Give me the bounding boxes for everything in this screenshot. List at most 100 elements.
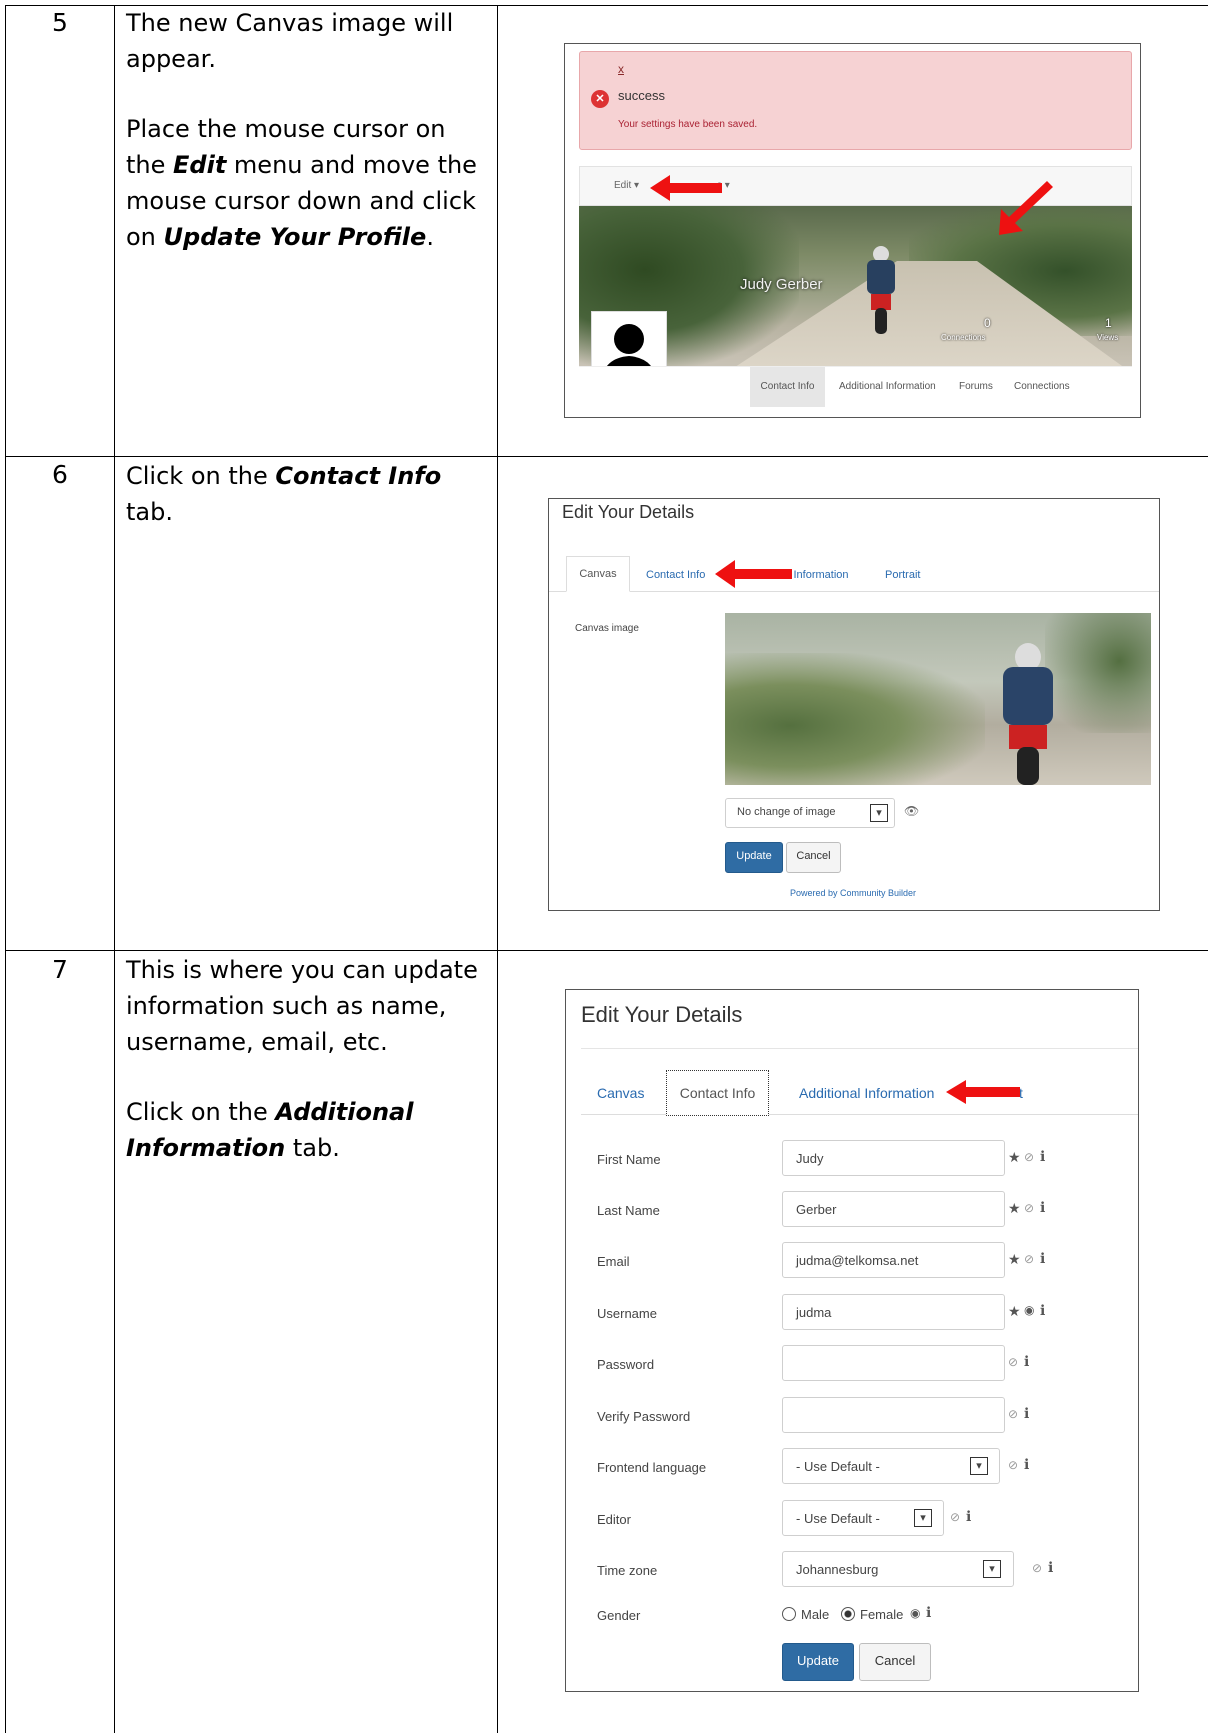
password-field[interactable]	[782, 1345, 1005, 1381]
chevron-down-icon: ▾	[983, 1560, 1001, 1578]
instruction-text: Click on the Additional Information tab.	[126, 1098, 414, 1162]
tab-additional-information[interactable]: l Information	[788, 569, 849, 581]
last-name-field[interactable]: Gerber	[782, 1191, 1005, 1227]
visible-eye-icon: ◉	[910, 1606, 921, 1620]
gender-label: Gender	[597, 1608, 641, 1623]
required-star-icon: ★	[1008, 1149, 1021, 1165]
chevron-down-icon: ▾	[970, 1457, 988, 1475]
required-star-icon: ★	[1008, 1303, 1021, 1319]
canvas-image-preview	[725, 613, 1151, 785]
info-icon: ℹ	[1024, 1456, 1030, 1472]
last-name-label: Last Name	[597, 1203, 660, 1218]
frontend-language-select[interactable]: - Use Default - ▾	[782, 1448, 1000, 1484]
tab-bar-line	[549, 591, 1159, 592]
screenshot-edit-details-canvas: Edit Your Details Canvas Contact Info l …	[548, 498, 1160, 911]
error-circle-icon: ✕	[591, 90, 609, 108]
step-instruction: The new Canvas image will appear. Place …	[126, 5, 486, 289]
powered-by-link[interactable]: Powered by Community Builder	[790, 888, 916, 898]
hidden-eye-icon: ⊘	[1024, 1201, 1035, 1215]
table-row-divider-2	[5, 950, 1208, 951]
cancel-button[interactable]: Cancel	[859, 1643, 931, 1681]
table-divider-col1	[114, 5, 115, 1733]
table-row-divider-1	[5, 456, 1208, 457]
alert-message: Your settings have been saved.	[618, 119, 758, 130]
verify-password-field[interactable]	[782, 1397, 1005, 1433]
hidden-eye-icon: ⊘	[1008, 1355, 1019, 1369]
canvas-image-select[interactable]: No change of image ▾	[725, 798, 895, 828]
female-radio[interactable]	[841, 1607, 855, 1621]
time-zone-label: Time zone	[597, 1563, 658, 1578]
tab-contact-info[interactable]: Contact Info	[666, 1070, 769, 1116]
page-title: Edit Your Details	[581, 1002, 743, 1027]
username-label: Username	[597, 1306, 657, 1321]
tab-contact-info[interactable]: Contact Info	[750, 367, 825, 407]
close-link[interactable]: x	[618, 62, 624, 76]
select-value: Johannesburg	[796, 1562, 879, 1577]
tab-contact-info[interactable]: Contact Info	[646, 569, 705, 581]
motorcycle-rider	[861, 246, 901, 336]
select-value: No change of image	[737, 806, 836, 818]
tab-additional-information[interactable]: Additional Information	[839, 381, 936, 392]
required-star-icon: ★	[1008, 1251, 1021, 1267]
email-field[interactable]: judma@telkomsa.net	[782, 1242, 1005, 1278]
instruction-text: The new Canvas image will appear.	[126, 9, 454, 73]
visible-eye-icon: ◉	[1024, 1303, 1035, 1317]
info-icon: ℹ	[1048, 1559, 1054, 1575]
page-title: Edit Your Details	[562, 502, 695, 522]
tab-canvas[interactable]: Canvas	[566, 556, 630, 592]
table-divider-col2	[497, 5, 498, 1733]
info-icon: ℹ	[1040, 1302, 1046, 1318]
tab-connections[interactable]: Connections	[1014, 381, 1070, 392]
field-value: judma	[796, 1305, 832, 1320]
step-number: 7	[52, 955, 68, 984]
update-button[interactable]: Update	[782, 1643, 854, 1681]
step-instruction: Click on the Contact Info tab.	[126, 458, 486, 564]
male-radio[interactable]	[782, 1607, 796, 1621]
table-border-left	[5, 5, 6, 1733]
tab-additional-information[interactable]: Additional Information	[799, 1085, 934, 1101]
username-field[interactable]: judma	[782, 1294, 1005, 1330]
profile-name: Judy Gerber	[740, 276, 823, 293]
hidden-eye-icon: ⊘	[1024, 1150, 1035, 1164]
edit-menu[interactable]: Edit ▾	[614, 180, 639, 191]
first-name-label: First Name	[597, 1152, 661, 1167]
frontend-language-label: Frontend language	[597, 1460, 707, 1475]
connections-stat-label: Connections	[941, 333, 986, 342]
instruction-text: This is where you can update information…	[126, 956, 478, 1056]
field-value: Judy	[796, 1151, 824, 1166]
views-stat-label: Views	[1097, 333, 1119, 342]
tab-portrait[interactable]: Portrait	[885, 569, 920, 581]
chevron-down-icon: ▾	[914, 1509, 932, 1527]
red-arrow-left-icon	[650, 175, 722, 201]
step-number: 6	[52, 460, 68, 489]
password-label: Password	[597, 1357, 655, 1372]
time-zone-select[interactable]: Johannesburg ▾	[782, 1551, 1014, 1587]
views-count: 1	[1105, 316, 1112, 330]
tab-forums[interactable]: Forums	[959, 381, 993, 392]
instruction-text: Click on the Contact Info tab.	[126, 462, 442, 526]
info-icon: ℹ	[966, 1508, 972, 1524]
instruction-text: Place the mouse cursor on the Edit menu …	[126, 115, 477, 251]
hidden-eye-icon: ⊘	[1024, 1252, 1035, 1266]
alert-title: success	[618, 88, 665, 103]
profile-tab-bar: Contact Info Additional Information Foru…	[579, 366, 1132, 408]
editor-select[interactable]: - Use Default - ▾	[782, 1500, 944, 1536]
motorcycle-rider	[993, 643, 1063, 785]
female-radio-label: Female	[860, 1607, 904, 1622]
info-icon: ℹ	[1024, 1405, 1030, 1421]
hidden-eye-icon: ⊘	[1008, 1458, 1019, 1472]
verify-password-label: Verify Password	[597, 1409, 691, 1424]
cancel-button[interactable]: Cancel	[786, 842, 841, 873]
field-value: judma@telkomsa.net	[796, 1253, 919, 1268]
update-button[interactable]: Update	[725, 842, 783, 873]
editor-label: Editor	[597, 1512, 631, 1527]
connections-count: 0	[984, 316, 991, 330]
tab-canvas[interactable]: Canvas	[597, 1085, 644, 1101]
first-name-field[interactable]: Judy	[782, 1140, 1005, 1176]
select-value: - Use Default -	[796, 1511, 880, 1526]
red-arrow-left-icon	[715, 560, 792, 588]
info-icon: ℹ	[1040, 1148, 1046, 1164]
canvas-image-label: Canvas image	[575, 623, 639, 634]
male-radio-label: Male	[801, 1607, 830, 1622]
select-value: - Use Default -	[796, 1459, 880, 1474]
